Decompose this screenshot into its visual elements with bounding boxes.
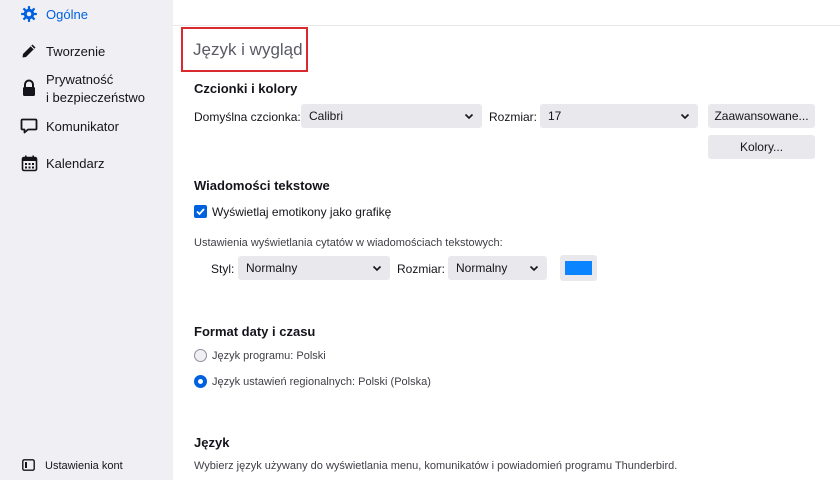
sidebar-item-privacy[interactable]: Prywatność i bezpieczeństwo — [0, 71, 173, 109]
page-title-highlight: Język i wygląd — [181, 27, 308, 72]
sidebar-item-composition[interactable]: Tworzenie — [0, 41, 173, 63]
sidebar-item-chat[interactable]: Komunikator — [0, 116, 173, 138]
quote-size-select[interactable]: Normalny — [448, 256, 547, 280]
regional-language-radio[interactable] — [194, 375, 207, 388]
gear-icon — [19, 4, 39, 24]
datetime-section-title: Format daty i czasu — [194, 324, 316, 339]
calendar-icon — [19, 153, 39, 173]
quote-size-label: Rozmiar: — [397, 262, 446, 276]
page-title: Język i wygląd — [193, 40, 303, 59]
sidebar: Ogólne Tworzenie Prywatność i bezpieczeń… — [0, 0, 173, 480]
checkmark-icon — [196, 208, 205, 216]
quote-size-value: Normalny — [456, 261, 508, 275]
default-font-value: Calibri — [309, 109, 344, 123]
chat-icon — [19, 116, 39, 136]
emoticons-label[interactable]: Wyświetlaj emotikony jako grafikę — [212, 204, 391, 220]
account-settings-link[interactable]: Ustawienia kont — [0, 455, 173, 475]
quote-style-select[interactable]: Normalny — [238, 256, 390, 280]
language-description: Wybierz język używany do wyświetlania me… — [194, 460, 678, 472]
default-font-label: Domyślna czcionka: — [194, 110, 301, 124]
font-size-label: Rozmiar: — [489, 110, 538, 124]
default-font-select[interactable]: Calibri — [301, 104, 482, 128]
sidebar-item-label-line1: Prywatność — [46, 72, 114, 87]
messages-section-title: Wiadomości tekstowe — [194, 178, 330, 193]
pencil-icon — [19, 41, 39, 61]
app-language-radio[interactable] — [194, 349, 207, 362]
quote-style-label: Styl: — [211, 262, 235, 276]
sidebar-item-label-line2: i bezpieczeństwo — [46, 90, 145, 105]
sidebar-item-label: Tworzenie — [46, 44, 106, 59]
quote-color-picker[interactable] — [560, 255, 597, 281]
regional-language-label[interactable]: Język ustawień regionalnych: Polski (Pol… — [212, 375, 431, 389]
colors-button[interactable]: Kolory... — [708, 135, 815, 159]
sidebar-item-general[interactable]: Ogólne — [0, 4, 173, 26]
sidebar-item-label: Komunikator — [46, 119, 119, 134]
lock-icon — [19, 78, 39, 98]
font-size-value: 17 — [548, 109, 562, 123]
sidebar-item-label: Kalendarz — [46, 156, 105, 171]
font-size-select[interactable]: 17 — [540, 104, 698, 128]
advanced-fonts-button[interactable]: Zaawansowane... — [708, 104, 815, 128]
main-content: Język i wygląd Czcionki i kolory Domyśln… — [173, 0, 840, 480]
quote-style-value: Normalny — [246, 261, 298, 275]
search-bar-divider — [173, 25, 840, 26]
account-settings-label: Ustawienia kont — [45, 460, 123, 472]
quote-color-fill — [565, 261, 592, 275]
fonts-section-title: Czcionki i kolory — [194, 81, 298, 96]
emoticons-checkbox[interactable] — [194, 205, 207, 218]
chevron-down-icon — [680, 113, 690, 120]
sidebar-item-label: Ogólne — [46, 7, 88, 22]
chevron-down-icon — [372, 265, 382, 272]
account-settings-icon — [21, 458, 35, 472]
sidebar-item-calendar[interactable]: Kalendarz — [0, 153, 173, 175]
language-section-title: Język — [194, 435, 230, 450]
quote-settings-label: Ustawienia wyświetlania cytatów w wiadom… — [194, 237, 503, 249]
chevron-down-icon — [464, 113, 474, 120]
app-language-label[interactable]: Język programu: Polski — [212, 349, 326, 363]
chevron-down-icon — [529, 265, 539, 272]
